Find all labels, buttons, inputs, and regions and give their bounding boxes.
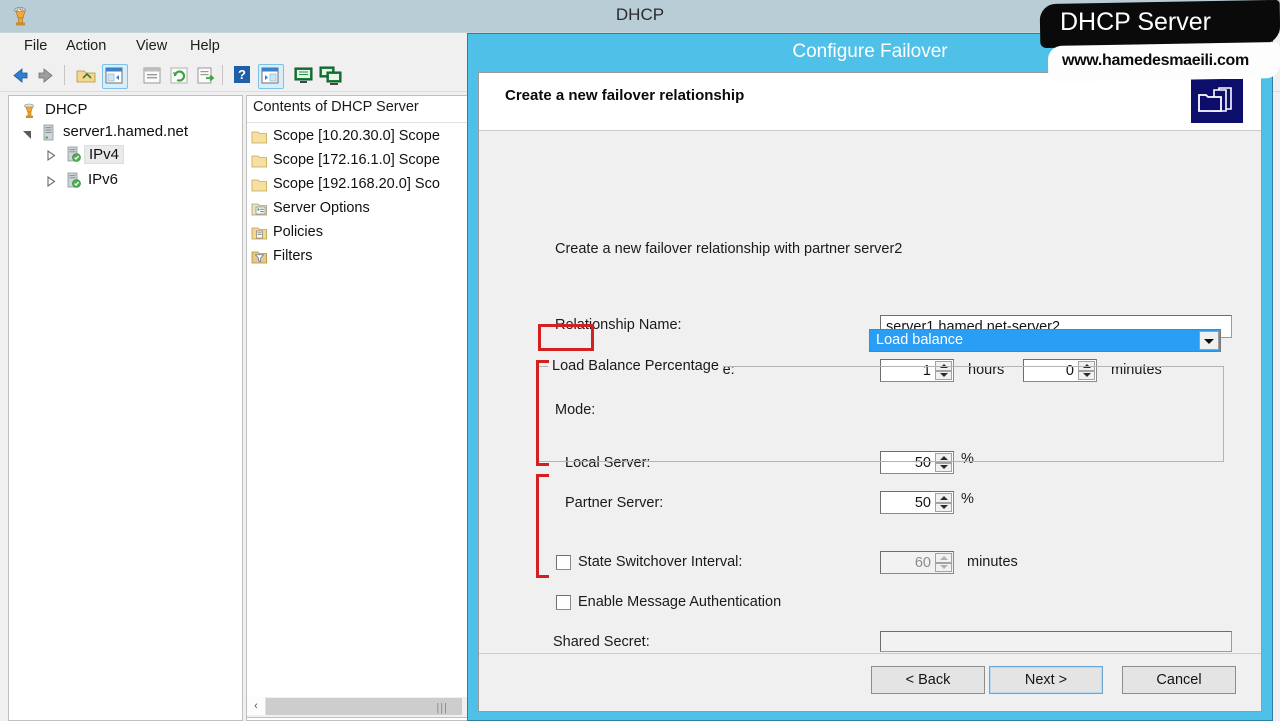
annotation-bracket-load-balance xyxy=(536,360,549,466)
chevron-down-icon[interactable] xyxy=(1199,331,1219,350)
chevron-down-icon[interactable] xyxy=(21,122,33,144)
server-icon xyxy=(40,124,57,141)
list-item-label: Scope [10.20.30.0] Scope xyxy=(273,128,440,144)
state-switchover-checkbox[interactable] xyxy=(556,555,571,570)
wizard-header: Create a new failover relationship xyxy=(479,73,1261,131)
list-item-label: Filters xyxy=(273,248,313,264)
state-switchover-unit-label: minutes xyxy=(967,554,1018,570)
menu-help[interactable]: Help xyxy=(182,36,228,56)
cancel-button[interactable]: Cancel xyxy=(1122,666,1236,694)
menu-action[interactable]: Action xyxy=(58,36,114,56)
new-window-icon[interactable] xyxy=(292,64,316,87)
help-icon[interactable]: ? xyxy=(231,64,255,87)
mode-dropdown-value: Load balance xyxy=(876,332,964,348)
ipv4-node-icon xyxy=(65,146,82,163)
dhcp-root-icon xyxy=(21,102,38,119)
toolbar-separator xyxy=(64,65,65,85)
export-list-icon[interactable] xyxy=(194,64,218,87)
partner-server-stepper[interactable]: 50 xyxy=(880,491,954,514)
filters-icon xyxy=(251,250,268,265)
chevron-right-icon[interactable] xyxy=(45,144,57,166)
scrollbar-thumb[interactable]: ||| xyxy=(266,698,462,715)
watermark-url: www.hamedesmaeili.com xyxy=(1062,52,1249,69)
folder-icon xyxy=(251,178,268,193)
shared-secret-label: Shared Secret: xyxy=(553,634,650,650)
list-column-header[interactable]: Contents of DHCP Server xyxy=(247,96,469,123)
partner-server-percent-label: % xyxy=(961,491,974,507)
spin-down-icon[interactable] xyxy=(935,562,952,572)
folder-icon xyxy=(251,154,268,169)
tree-label-dhcp: DHCP xyxy=(45,101,88,118)
load-balance-percentage-group xyxy=(538,366,1224,462)
list-horizontal-scrollbar[interactable]: ‹ ||| xyxy=(246,697,469,718)
contents-list-pane: Contents of DHCP Server Scope [10.20.30.… xyxy=(246,95,469,721)
spin-up-icon[interactable] xyxy=(935,493,952,503)
back-icon[interactable] xyxy=(8,64,32,87)
enable-message-authentication-checkbox[interactable] xyxy=(556,595,571,610)
mode-dropdown[interactable]: Load balance xyxy=(869,329,1221,352)
enable-message-authentication-label: Enable Message Authentication xyxy=(578,594,782,610)
tree-label-ipv6: IPv6 xyxy=(88,171,119,188)
show-action-pane-icon[interactable] xyxy=(258,64,284,89)
server-options-icon xyxy=(251,202,268,217)
menu-view[interactable]: View xyxy=(128,36,175,56)
intro-text: Create a new failover relationship with … xyxy=(555,241,903,257)
ipv6-node-icon xyxy=(65,172,82,189)
failover-folders-icon xyxy=(1191,79,1243,123)
list-item-label: Policies xyxy=(273,224,323,240)
state-switchover-label: State Switchover Interval: xyxy=(578,554,743,570)
next-button[interactable]: Next > xyxy=(989,666,1103,694)
show-hide-tree-icon[interactable] xyxy=(102,64,128,89)
shared-secret-input[interactable] xyxy=(880,631,1232,652)
forward-icon[interactable] xyxy=(34,64,58,87)
svg-text:?: ? xyxy=(238,67,246,82)
partner-server-label: Partner Server: xyxy=(565,495,664,511)
state-switchover-stepper[interactable]: 60 xyxy=(880,551,954,574)
refresh-icon[interactable] xyxy=(167,64,191,87)
scrollbar-grip-icon: ||| xyxy=(436,702,448,714)
spin-up-icon[interactable] xyxy=(935,553,952,563)
scroll-left-arrow-icon[interactable]: ‹ xyxy=(247,697,266,715)
policies-icon xyxy=(251,226,268,241)
toolbar-separator-2 xyxy=(222,65,223,85)
spin-down-icon[interactable] xyxy=(935,502,952,512)
list-item-label: Server Options xyxy=(273,200,370,216)
list-item-label: Scope [172.16.1.0] Scope xyxy=(273,152,440,168)
annotation-mode-highlight xyxy=(538,324,594,351)
properties-icon[interactable] xyxy=(140,64,164,87)
back-button[interactable]: < Back xyxy=(871,666,985,694)
spin-down-icon[interactable] xyxy=(935,462,952,472)
load-balance-percentage-title: Load Balance Percentage xyxy=(548,358,723,374)
watermark-title: DHCP Server xyxy=(1060,8,1211,36)
annotation-bracket-options xyxy=(536,474,549,578)
chevron-right-icon-2[interactable] xyxy=(45,170,57,192)
partner-server-value: 50 xyxy=(914,495,931,511)
list-column-header-label: Contents of DHCP Server xyxy=(253,99,419,115)
list-item-label: Scope [192.168.20.0] Sco xyxy=(273,176,440,192)
menu-file[interactable]: File xyxy=(16,36,55,56)
wizard-header-title: Create a new failover relationship xyxy=(505,87,745,104)
console-tree-pane: DHCP server1.hamed.net IPv4 IPv6 xyxy=(8,95,243,721)
state-switchover-spin-buttons[interactable] xyxy=(935,553,952,572)
folder-icon xyxy=(251,130,268,145)
tree-label-ipv4: IPv4 xyxy=(84,145,125,164)
state-switchover-value: 60 xyxy=(914,555,931,571)
partner-server-spin-buttons[interactable] xyxy=(935,493,952,512)
add-server-icon[interactable] xyxy=(319,64,343,87)
tree-label-server1: server1.hamed.net xyxy=(63,123,189,140)
up-folder-icon[interactable] xyxy=(74,64,98,87)
